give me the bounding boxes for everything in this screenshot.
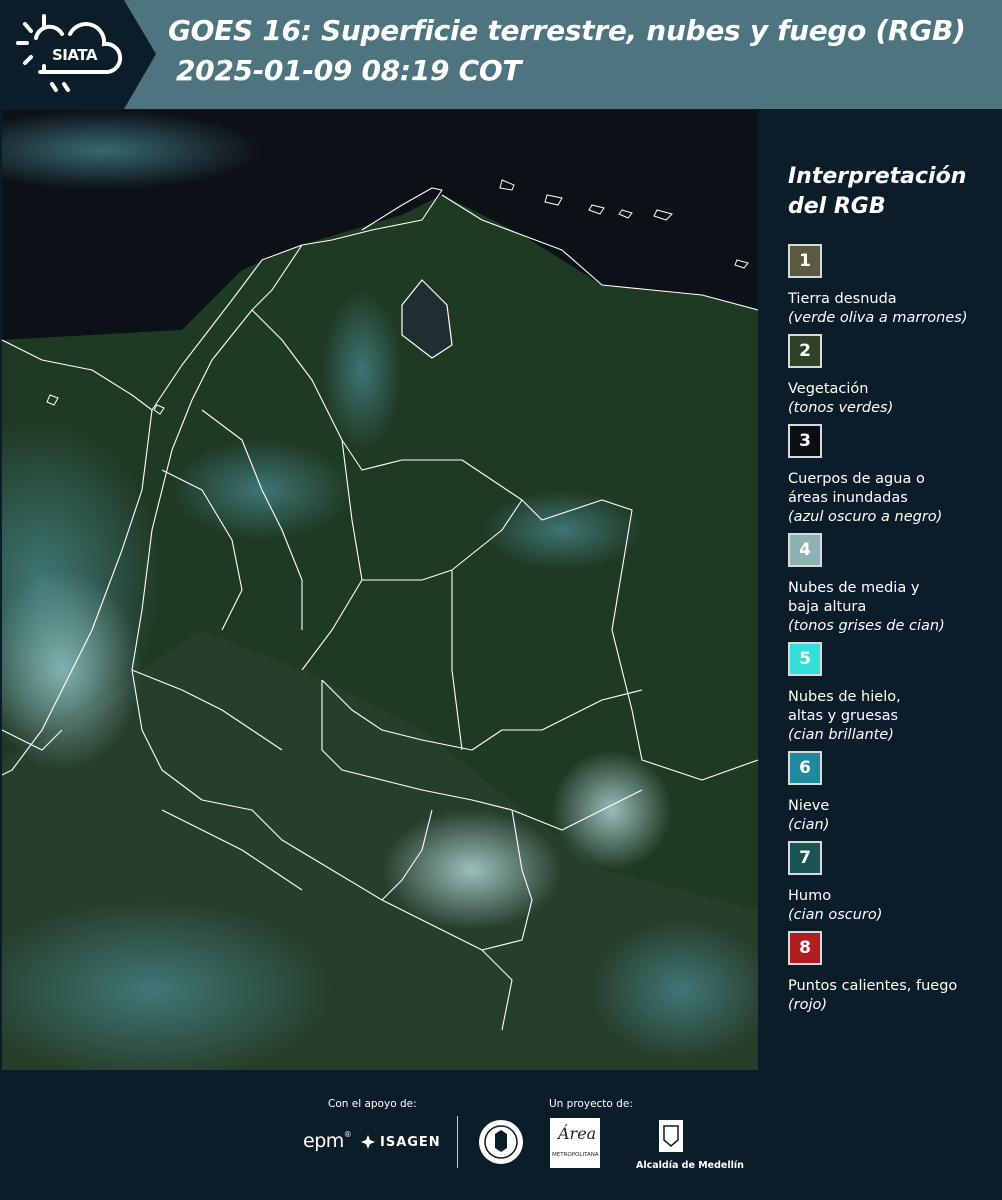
legend-note-8: (rojo) [788,997,828,1013]
project-label: Un proyecto de: [549,1098,633,1110]
legend-note-1: (verde oliva a marrones) [788,310,968,326]
legend-swatch-7: 7 [788,841,822,875]
legend-label-3: Cuerpos de agua o áreas inundadas [788,471,925,506]
legend-item-7: 7 Humo (cian oscuro) [788,841,998,925]
coat-of-arms-icon [659,1120,683,1152]
support-label: Con el apoyo de: [328,1098,417,1110]
legend-item-5: 5 Nubes de hielo, altas y gruesas (cian … [788,642,998,745]
legend-note-5: (cian brillante) [788,727,894,743]
legend-label-5: Nubes de hielo, altas y gruesas [788,689,901,724]
legend-label-8: Puntos calientes, fuego [788,978,958,994]
legend-swatch-4: 4 [788,533,822,567]
page-timestamp: 2025-01-09 08:19 COT [176,54,522,87]
legend-note-3: (azul oscuro a negro) [788,509,943,525]
legend-item-6: 6 Nieve (cian) [788,751,998,835]
legend-swatch-2: 2 [788,334,822,368]
legend-note-6: (cian) [788,817,830,833]
legend-item-4: 4 Nubes de media y baja altura (tonos gr… [788,533,998,636]
legend-swatch-1: 1 [788,244,822,278]
legend-note-4: (tonos grises de cian) [788,618,945,634]
isagen-icon [361,1135,375,1149]
legend-label-2: Vegetación [788,381,869,397]
legend-item-3: 3 Cuerpos de agua o áreas inundadas (azu… [788,424,998,527]
legend-label-4: Nubes de media y baja altura [788,580,920,615]
legend-title: Interpretación del RGB [788,164,967,219]
header: SIATA GOES 16: Superficie terrestre, nub… [0,0,1002,109]
area-logo-subtitle: METROPOLITANA [552,1152,599,1158]
legend-swatch-8: 8 [788,931,822,965]
legend-item-8: 8 Puntos calientes, fuego (rojo) [788,931,998,1015]
legend-swatch-6: 6 [788,751,822,785]
isagen-logo: ISAGEN [360,1134,441,1150]
area-metropolitana-logo: Área METROPOLITANA [550,1118,600,1168]
legend-note-7: (cian oscuro) [788,907,883,923]
legend-swatch-3: 3 [788,424,822,458]
legend-label-7: Humo [788,888,832,904]
alcaldia-label: Alcaldía de Medellín [636,1160,744,1171]
legend-label-1: Tierra desnuda [788,291,897,307]
page-title: GOES 16: Superficie terrestre, nubes y f… [168,14,966,47]
footer-divider [457,1116,458,1168]
satellite-map [2,110,758,1070]
university-seal-icon [479,1120,523,1164]
legend-note-2: (tonos verdes) [788,400,894,416]
legend-item-2: 2 Vegetación (tonos verdes) [788,334,998,418]
logo-text: SIATA [52,46,98,64]
satellite-map-image [2,110,758,1070]
epm-logo: epm® [303,1130,352,1152]
rgb-legend: Interpretación del RGB 1 Tierra desnuda … [760,110,1002,1070]
legend-label-6: Nieve [788,798,830,814]
footer: Con el apoyo de: Un proyecto de: epm® IS… [0,1070,1002,1200]
alcaldia-logo: Alcaldía de Medellín [636,1118,744,1171]
legend-item-1: 1 Tierra desnuda (verde oliva a marrones… [788,244,998,328]
area-logo-word: Área [558,1124,597,1143]
epm-logo-text: epm [303,1130,344,1152]
legend-swatch-5: 5 [788,642,822,676]
isagen-logo-text: ISAGEN [380,1134,441,1150]
